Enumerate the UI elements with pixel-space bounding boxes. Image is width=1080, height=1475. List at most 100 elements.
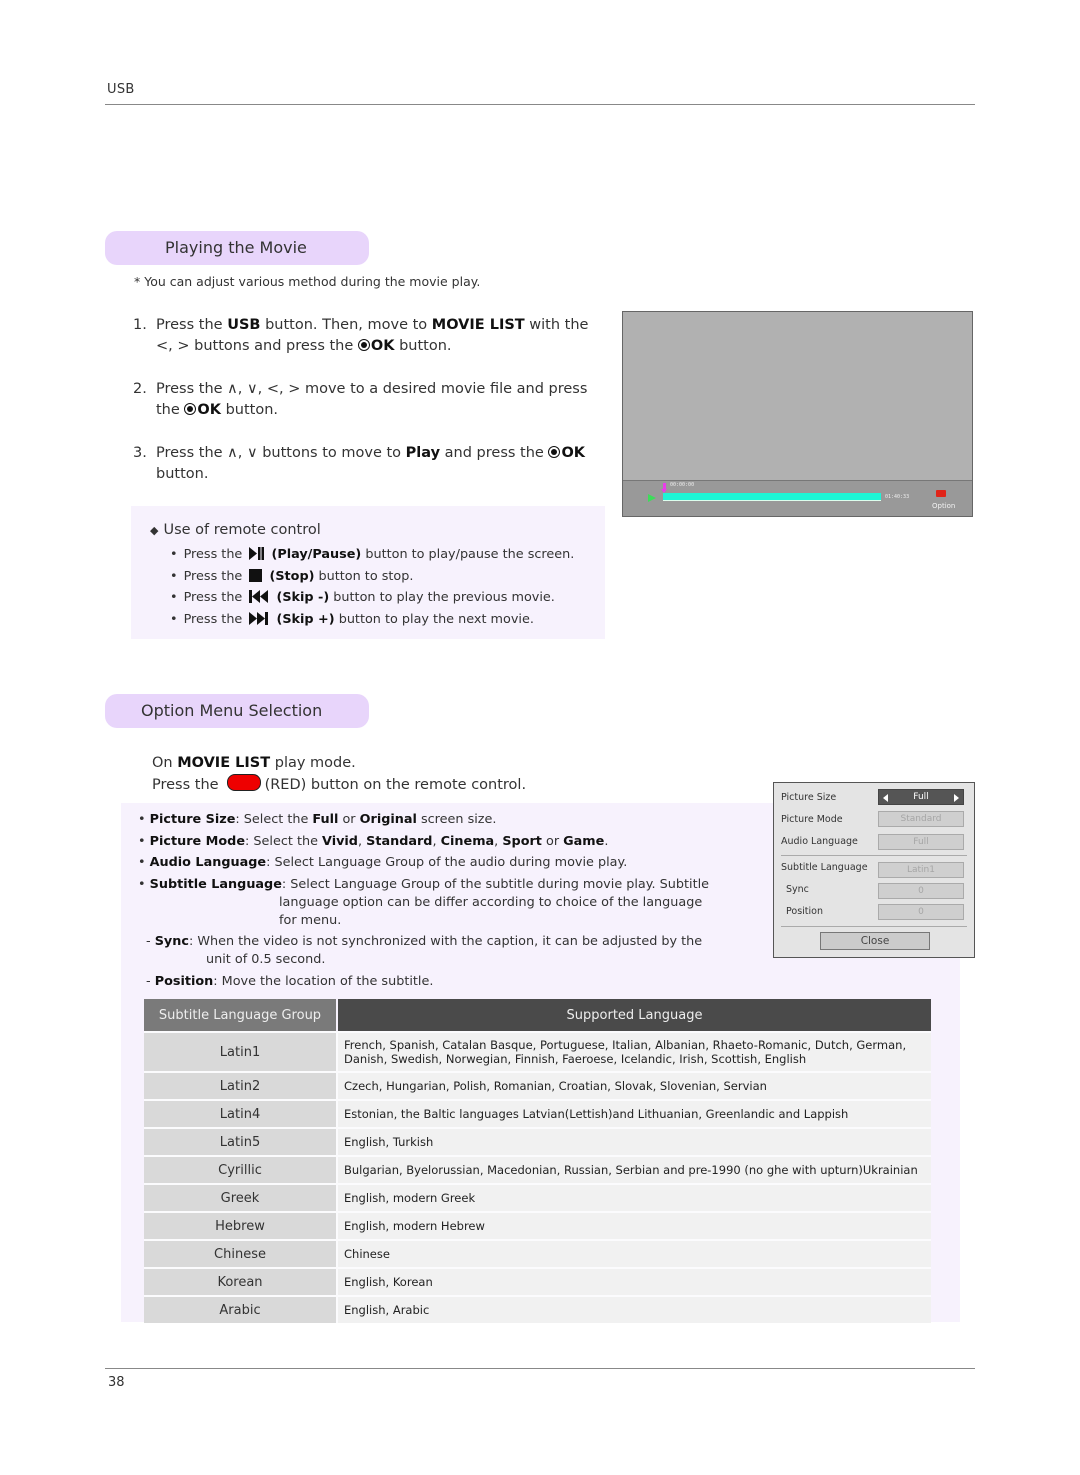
tv-screen-illustration: 00:00:00 01:40:33 Option — [622, 311, 973, 517]
intro-line-2: Press the (RED) button on the remote cont… — [152, 773, 526, 796]
page-number: 38 — [108, 1375, 125, 1390]
keyword: Full — [312, 812, 339, 827]
skip-forward-icon — [249, 611, 269, 625]
option-intro: On MOVIE LIST play mode. Press the (RED) … — [152, 753, 526, 795]
group-cell: Latin1 — [144, 1031, 338, 1071]
picture-mode-field[interactable]: Standard — [878, 811, 964, 827]
bullet: • — [170, 590, 178, 605]
desc-label: Picture Mode — [149, 833, 246, 849]
text: for menu. — [279, 912, 342, 928]
group-cell: Hebrew — [144, 1211, 338, 1239]
text: Press the — [183, 547, 243, 562]
text: play mode. — [270, 755, 356, 771]
table-header-row: Subtitle Language Group Supported Langua… — [144, 999, 931, 1031]
step-text: Press the ∧, ∨, <, > move to a desired m… — [156, 379, 593, 420]
group-cell: Chinese — [144, 1239, 338, 1267]
picture-size-selector[interactable]: Full — [878, 789, 964, 805]
close-button[interactable]: Close — [820, 932, 930, 950]
stop-icon — [249, 568, 263, 582]
languages-cell: English, modern Hebrew — [338, 1211, 931, 1239]
text: button to stop. — [318, 568, 414, 584]
languages-cell: English, Korean — [338, 1267, 931, 1295]
group-cell: Arabic — [144, 1295, 338, 1323]
keyword: Cinema — [440, 833, 495, 849]
text: or — [338, 812, 360, 827]
languages-cell: French, Spanish, Catalan Basque, Portugu… — [338, 1031, 931, 1071]
menu-label-audio-language: Audio Language — [781, 836, 858, 847]
group-cell: Greek — [144, 1183, 338, 1211]
skip-back-icon — [249, 590, 269, 603]
text: Press the — [152, 776, 219, 793]
table-row: Latin5 English, Turkish — [144, 1127, 931, 1155]
remote-item-skip-back: • Press the (Skip -) button to play the p… — [170, 587, 574, 609]
desc-label: Subtitle Language — [149, 876, 282, 892]
desc-picture-mode: • Picture Mode: Select the Vivid, Standa… — [138, 833, 609, 849]
subtitle-language-table: Subtitle Language Group Supported Langua… — [144, 999, 931, 1323]
sync-field[interactable]: 0 — [878, 883, 964, 899]
red-button-icon — [226, 773, 261, 791]
languages-cell: Czech, Hungarian, Polish, Romanian, Croa… — [338, 1071, 931, 1099]
group-cell: Latin5 — [144, 1127, 338, 1155]
table-row: Chinese Chinese — [144, 1239, 931, 1267]
picture-size-value: Full — [913, 792, 929, 802]
position-marker-icon — [661, 483, 667, 493]
playing-note: * You can adjust various method during t… — [134, 274, 481, 289]
ok-keyword: OK — [561, 445, 586, 461]
menu-divider — [781, 926, 967, 927]
steps-list: 1. Press the USB button. Then, move to M… — [133, 315, 593, 507]
playback-bar: 00:00:00 01:40:33 Option — [623, 480, 972, 516]
group-cell: Latin4 — [144, 1099, 338, 1127]
languages-cell: English, Turkish — [338, 1127, 931, 1155]
keyword: Standard — [366, 833, 433, 849]
total-time: 01:40:33 — [885, 494, 910, 500]
menu-label-sync: Sync — [786, 884, 809, 895]
play-keyword: Play — [405, 445, 441, 461]
group-cell: Latin2 — [144, 1071, 338, 1099]
ok-button-icon — [184, 402, 197, 415]
ok-button-icon — [357, 338, 370, 351]
menu-label-position: Position — [786, 906, 823, 917]
group-cell: Cyrillic — [144, 1155, 338, 1183]
desc-position: - Position: Move the location of the sub… — [146, 973, 434, 989]
subtitle-language-field[interactable]: Latin1 — [878, 862, 964, 878]
column-header-group: Subtitle Language Group — [144, 999, 338, 1031]
play-pause-icon — [249, 547, 265, 560]
menu-label-picture-size: Picture Size — [781, 792, 837, 803]
table-row: Cyrillic Bulgarian, Byelorussian, Macedon… — [144, 1155, 931, 1183]
section-header: USB — [107, 82, 135, 97]
step-number: 1. — [133, 317, 147, 333]
text: language option can be differ according … — [279, 894, 703, 910]
desc-label: Position — [154, 973, 214, 989]
table-row: Greek English, modern Greek — [144, 1183, 931, 1211]
desc-picture-size: • Picture Size: Select the Full or Origi… — [138, 812, 497, 827]
group-cell: Korean — [144, 1267, 338, 1295]
desc-audio-language: • Audio Language: Select Language Group … — [138, 855, 628, 870]
bullet: • — [170, 611, 178, 627]
table-row: Hebrew English, modern Hebrew — [144, 1211, 931, 1239]
arrow-right-icon[interactable] — [954, 794, 959, 802]
current-time: 00:00:00 — [670, 482, 695, 488]
arrow-left-icon[interactable] — [883, 794, 888, 802]
text: screen size. — [416, 812, 497, 827]
table-row: Latin2 Czech, Hungarian, Polish, Romanian… — [144, 1071, 931, 1099]
text: : When the video is not synchronized wit… — [188, 934, 703, 949]
audio-language-field[interactable]: Full — [878, 834, 964, 850]
menu-divider — [781, 855, 967, 856]
keyword: Sport — [502, 833, 542, 849]
position-field[interactable]: 0 — [878, 904, 964, 920]
table-row: Latin1 French, Spanish, Catalan Basque, P… — [144, 1031, 931, 1071]
step-number: 3. — [133, 445, 147, 461]
remote-item-play-pause: • Press the (Play/Pause) button to play/p… — [170, 544, 574, 566]
languages-cell: Bulgarian, Byelorussian, Macedonian, Rus… — [338, 1155, 931, 1183]
menu-label-picture-mode: Picture Mode — [781, 814, 843, 825]
text: : Select Language Group of the audio dur… — [266, 855, 628, 870]
step-text: Press the USB button. Then, move to MOVI… — [156, 315, 593, 356]
languages-cell: English, modern Greek — [338, 1183, 931, 1211]
text: button to play the next movie. — [338, 611, 534, 627]
bullet: • — [170, 568, 178, 584]
text: Press the ∧, ∨ buttons to move to — [156, 445, 406, 461]
languages-cell: English, Arabic — [338, 1295, 931, 1323]
text: button to play the previous movie. — [333, 590, 555, 605]
desc-sync: - Sync: When the video is not synchroniz… — [138, 933, 738, 969]
step-2: 2. Press the ∧, ∨, <, > move to a desire… — [133, 379, 593, 420]
